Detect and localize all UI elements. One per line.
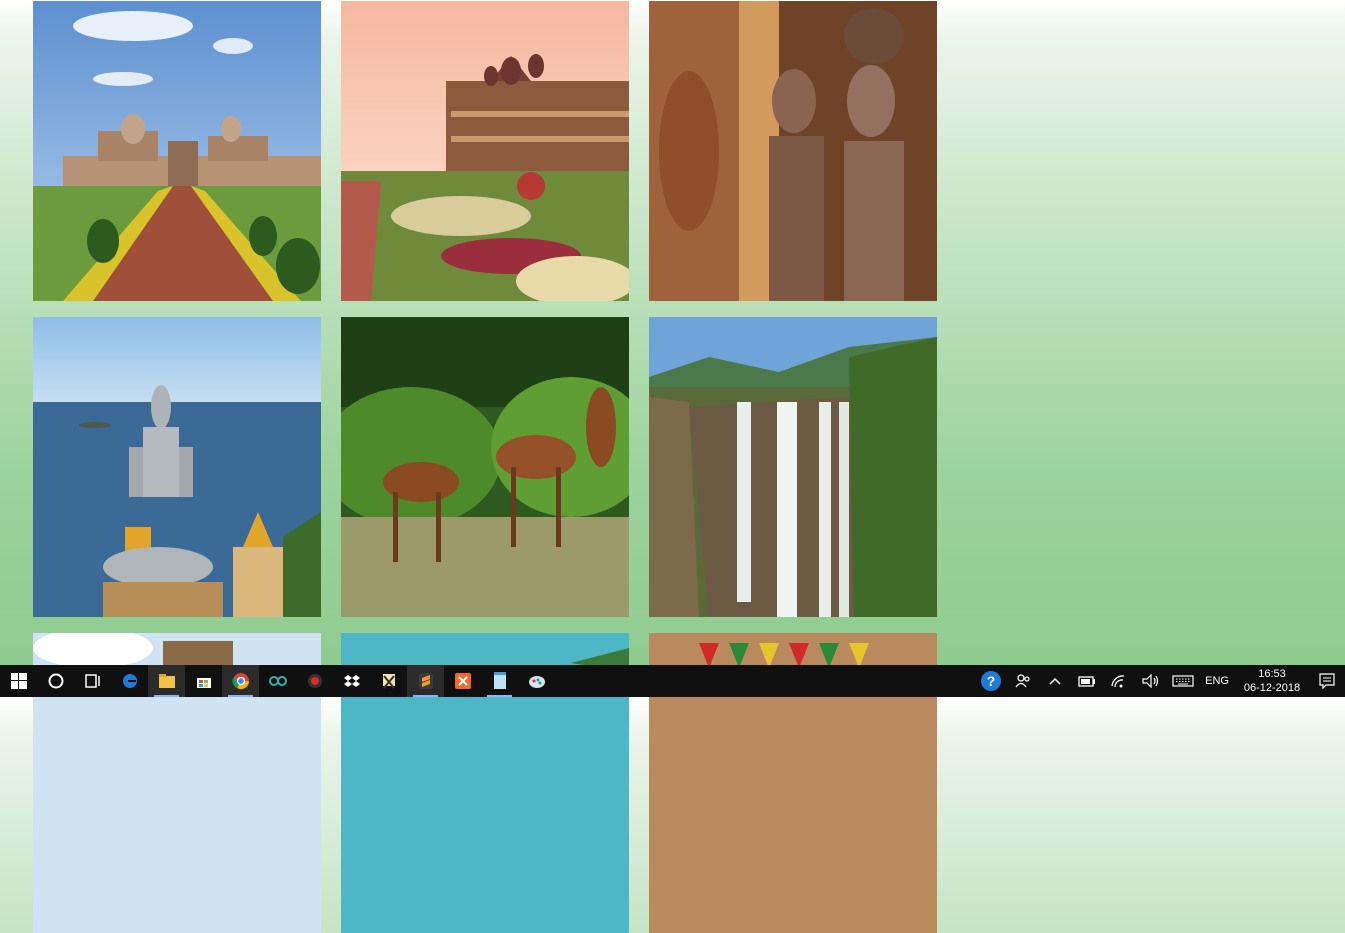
input-language-indicator[interactable]: ENG — [1199, 675, 1235, 687]
people-icon — [1015, 674, 1030, 688]
sublime-icon — [418, 673, 433, 689]
store-bag-icon — [196, 678, 211, 688]
clock-date: 06-12-2018 — [1243, 682, 1301, 694]
show-hidden-icons-button[interactable] — [1039, 665, 1071, 697]
paint-icon — [528, 676, 545, 688]
mysore-palace-photo[interactable] — [341, 1, 629, 301]
people-tray-button[interactable] — [1007, 665, 1039, 697]
edge-app[interactable] — [111, 665, 148, 697]
record-app[interactable] — [296, 665, 333, 697]
xampp-app[interactable] — [444, 665, 481, 697]
action-center-button[interactable] — [1309, 665, 1345, 697]
sublime-text-app[interactable] — [407, 665, 444, 697]
task-view-icon — [84, 674, 100, 688]
edge-icon — [122, 674, 137, 688]
chrome-icon — [231, 673, 249, 690]
speaker-icon — [1142, 674, 1159, 688]
jog-falls-image — [649, 317, 937, 617]
task-view-button[interactable] — [74, 665, 111, 697]
dropbox-icon — [343, 675, 360, 687]
battery-icon — [1078, 676, 1096, 687]
chevron-up-icon — [1049, 677, 1061, 685]
wifi-icon — [1111, 675, 1125, 688]
infinity-icon — [268, 676, 287, 686]
taskbar-apps — [0, 665, 555, 697]
jog-falls-photo[interactable] — [649, 317, 937, 617]
cortana-circle-icon — [48, 673, 63, 689]
record-icon — [307, 674, 322, 688]
shiva-statue-photo[interactable] — [33, 317, 321, 617]
xampp-icon — [454, 673, 471, 689]
clock-time: 16:53 — [1258, 668, 1286, 680]
keyboard-icon — [1172, 675, 1194, 687]
gol-gumbaz-mosque-photo[interactable] — [33, 1, 321, 301]
file-explorer-app[interactable] — [148, 665, 185, 697]
touch-keyboard-button[interactable] — [1167, 665, 1199, 697]
paint-app[interactable] — [518, 665, 555, 697]
folder-icon — [158, 674, 175, 688]
mysore-palace-image — [341, 1, 629, 301]
search-button[interactable] — [37, 665, 74, 697]
store-app[interactable] — [185, 665, 222, 697]
spotted-deer-photo[interactable] — [341, 317, 629, 617]
notepad-icon — [493, 672, 506, 689]
battery-tray-button[interactable] — [1071, 665, 1103, 697]
scissors-icon — [382, 674, 395, 689]
clock[interactable]: 16:53 06-12-2018 — [1235, 667, 1309, 695]
system-tray: ? ENG 16:53 06-12-2018 — [975, 665, 1345, 697]
snipping-tool-app[interactable] — [370, 665, 407, 697]
wifi-tray-button[interactable] — [1103, 665, 1135, 697]
windows-taskbar: ? ENG 16:53 06-12-2018 — [0, 665, 1345, 697]
spotted-deer-image — [341, 317, 629, 617]
shiva-statue-image — [33, 317, 321, 617]
gol-gumbaz-mosque-image — [33, 1, 321, 301]
start-button[interactable] — [0, 665, 37, 697]
windows-icon — [10, 673, 27, 689]
notification-icon — [1319, 673, 1335, 689]
temple-carvings-image — [649, 1, 937, 301]
svg-text:?: ? — [987, 673, 996, 689]
volume-tray-button[interactable] — [1135, 665, 1167, 697]
chrome-app[interactable] — [222, 665, 259, 697]
help-icon: ? — [981, 671, 1002, 691]
arduino-app[interactable] — [259, 665, 296, 697]
help-tray-button[interactable]: ? — [975, 665, 1007, 697]
temple-carvings-photo[interactable] — [649, 1, 937, 301]
dropbox-app[interactable] — [333, 665, 370, 697]
notepad-app[interactable] — [481, 665, 518, 697]
